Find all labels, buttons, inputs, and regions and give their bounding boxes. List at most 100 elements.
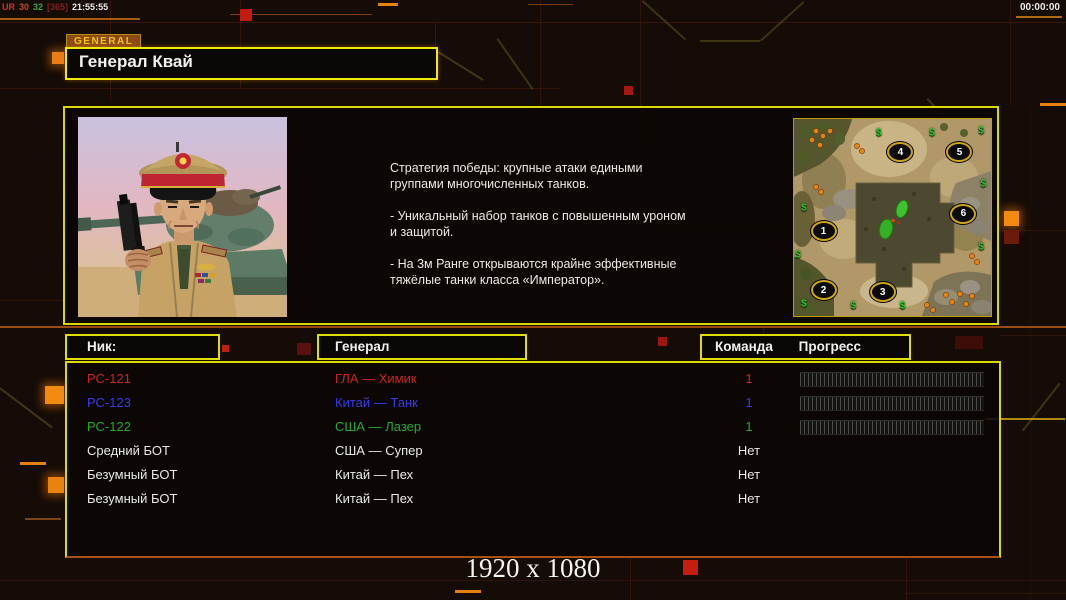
spawn-point-marker: 5 <box>946 142 972 162</box>
strategy-paragraph: - На 3м Ранге открываются крайне эффекти… <box>390 256 720 288</box>
table-row[interactable]: РС-123 Китай — Танк 1 <box>67 391 999 415</box>
status-part: 21:55:55 <box>72 2 108 12</box>
status-part: [365] <box>47 2 68 12</box>
table-row[interactable]: РС-121 ГЛА — Химик 1 <box>67 367 999 391</box>
deco-shape <box>436 50 484 81</box>
money-marker: $ <box>801 202 807 213</box>
progress-header-label: Прогресс <box>799 339 861 354</box>
money-marker: $ <box>801 299 807 310</box>
deco-shape <box>1016 16 1062 18</box>
status-part: UR <box>2 2 15 12</box>
deco-shape <box>700 40 760 42</box>
table-row[interactable]: Безумный БОТКитай — ПехНет <box>67 487 999 511</box>
money-marker: $ <box>876 127 882 138</box>
deco-shape <box>624 86 633 95</box>
player-nick: Безумный БОТ <box>87 487 177 511</box>
status-part: 30 <box>19 2 29 12</box>
player-nick: Средний БОТ <box>87 439 170 463</box>
deco-shape <box>25 518 61 520</box>
deco-shape <box>1030 106 1031 600</box>
deco-shape <box>45 386 64 404</box>
deco-shape <box>0 22 1066 23</box>
general-info-panel: Стратегия победы: крупные атаки едиными … <box>63 106 999 325</box>
money-marker: $ <box>795 249 801 260</box>
resolution-label: 1920 x 1080 <box>0 553 1066 584</box>
player-general: США — Супер <box>335 439 423 463</box>
general-header-label: Генерал <box>335 339 389 354</box>
minimap: 1 2 3 4 5 6 $ $ $ $ $ $ $ $ $ $ <box>793 118 992 317</box>
status-part: 32 <box>33 2 43 12</box>
deco-shape <box>1004 211 1019 226</box>
spawn-point-marker: 6 <box>950 204 976 224</box>
match-timer: 00:00:00 <box>1020 2 1060 13</box>
deco-shape <box>1000 335 1066 336</box>
money-marker: $ <box>980 179 986 190</box>
general-title-box: Генерал Квай <box>65 47 438 80</box>
deco-shape <box>0 326 1066 328</box>
progress-bar <box>800 396 984 411</box>
player-nick: РС-123 <box>87 391 131 415</box>
progress-bar <box>800 372 984 387</box>
player-team: Нет <box>719 439 779 463</box>
spawn-point-marker: 4 <box>887 142 913 162</box>
column-header-nick: Ник: <box>65 334 220 360</box>
strategy-description: Стратегия победы: крупные атаки едиными … <box>390 160 720 304</box>
player-general: Китай — Пех <box>335 463 413 487</box>
player-team: 1 <box>719 367 779 391</box>
deco-shape <box>540 0 541 106</box>
player-general: Китай — Пех <box>335 487 413 511</box>
progress-bar <box>800 420 984 435</box>
money-marker: $ <box>900 301 906 312</box>
strategy-paragraph: - Уникальный набор танков с повышенным у… <box>390 208 720 240</box>
player-team: 1 <box>719 391 779 415</box>
deco-shape <box>0 88 560 89</box>
money-marker: $ <box>929 127 935 138</box>
deco-shape <box>955 336 983 349</box>
deco-shape <box>0 300 64 301</box>
table-row[interactable]: Безумный БОТ Китай — Пех Нет <box>67 463 999 487</box>
table-row[interactable]: Средний БОТ США — Супер Нет <box>67 439 999 463</box>
deco-shape <box>496 38 533 90</box>
deco-shape <box>435 22 436 47</box>
player-general: Китай — Танк <box>335 391 418 415</box>
deco-shape <box>1004 230 1019 244</box>
spawn-point-marker: 2 <box>811 280 837 300</box>
deco-shape <box>528 4 573 5</box>
player-rows: РС-121ГЛА — Химик1РС-123Китай — Танк1РС-… <box>67 367 999 511</box>
player-general: США — Лазер <box>335 415 421 439</box>
portrait-image <box>78 117 287 317</box>
game-lobby-screen: UR3032[365]21:55:55 00:00:00 GENERAL Ген… <box>0 0 1066 600</box>
deco-shape <box>222 345 229 352</box>
deco-shape <box>52 52 64 64</box>
deco-shape <box>0 18 140 20</box>
deco-shape <box>905 593 1066 594</box>
table-row[interactable]: РС-122США — Лазер1 <box>67 415 999 439</box>
deco-shape <box>455 590 481 593</box>
players-table: РС-121ГЛА — Химик1РС-123Китай — Танк1РС-… <box>65 361 1001 558</box>
money-marker: $ <box>978 125 984 136</box>
player-nick: Безумный БОТ <box>87 463 177 487</box>
player-nick: РС-121 <box>87 367 131 391</box>
player-team: Нет <box>719 463 779 487</box>
strategy-paragraph: Стратегия победы: крупные атаки едиными … <box>390 160 720 192</box>
spawn-point-marker: 3 <box>870 282 896 302</box>
deco-shape <box>240 9 252 21</box>
deco-shape <box>1040 103 1066 106</box>
spawn-point-marker: 1 <box>811 221 837 241</box>
deco-shape <box>1022 383 1061 432</box>
deco-shape <box>48 477 64 493</box>
page-title: Генерал Квай <box>79 52 193 72</box>
deco-shape <box>658 337 667 346</box>
nick-header-label: Ник: <box>87 339 116 354</box>
deco-shape <box>20 462 46 465</box>
money-marker: $ <box>978 242 984 253</box>
player-nick: РС-122 <box>87 415 131 439</box>
deco-shape <box>1010 0 1011 106</box>
money-marker: $ <box>850 301 856 312</box>
player-general: ГЛА — Химик <box>335 367 417 391</box>
column-header-team-progress: Команда Прогресс <box>700 334 911 360</box>
general-tab-label: GENERAL <box>74 36 133 47</box>
deco-shape <box>297 343 311 355</box>
status-readout: UR 30 32 [365] 21:55:55 <box>2 2 112 12</box>
column-header-general: Генерал <box>317 334 527 360</box>
